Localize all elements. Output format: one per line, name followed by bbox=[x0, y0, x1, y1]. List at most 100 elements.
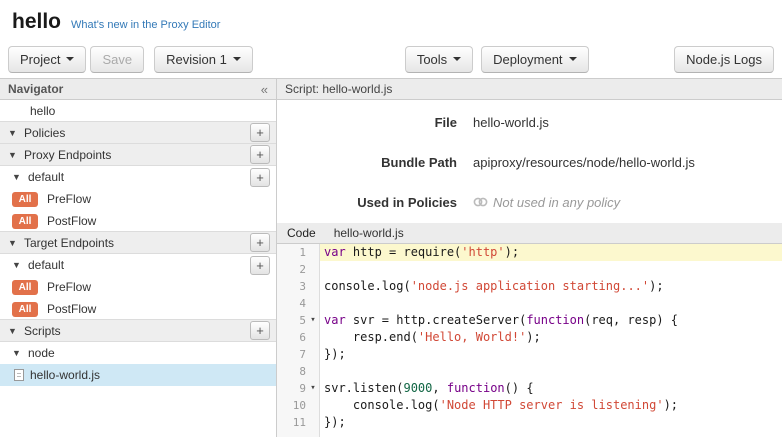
code-line[interactable]: 2 bbox=[277, 261, 782, 278]
fold-gutter bbox=[306, 363, 320, 380]
nodejs-logs-button[interactable]: Node.js Logs bbox=[674, 46, 774, 73]
fold-gutter bbox=[306, 397, 320, 414]
code-line[interactable]: 7}); bbox=[277, 346, 782, 363]
code-editor[interactable]: 1var http = require('http');23console.lo… bbox=[277, 244, 782, 437]
nav-item-proxy-preflow[interactable]: All PreFlow bbox=[0, 188, 276, 210]
fold-gutter bbox=[306, 414, 320, 431]
add-proxy-endpoint-button[interactable]: + bbox=[250, 145, 270, 164]
add-script-button[interactable]: + bbox=[250, 321, 270, 340]
caret-down-icon bbox=[569, 57, 577, 61]
whats-new-link[interactable]: What's new in the Proxy Editor bbox=[71, 19, 220, 31]
code-line-text bbox=[320, 261, 782, 278]
page-title: hello bbox=[12, 10, 61, 33]
collapse-sidebar-icon[interactable]: « bbox=[261, 82, 268, 97]
fold-gutter bbox=[306, 329, 320, 346]
used-in-policies-value: Not used in any policy bbox=[473, 195, 620, 210]
revision-button-label: Revision 1 bbox=[166, 52, 227, 67]
nav-section-scripts[interactable]: ▼ Scripts + bbox=[0, 319, 276, 342]
triangle-down-icon: ▼ bbox=[12, 172, 23, 182]
script-panel: Script: hello-world.js File hello-world.… bbox=[277, 79, 782, 437]
nav-item-proxy-postflow[interactable]: All PostFlow bbox=[0, 210, 276, 232]
nav-item-proxy-root-label: hello bbox=[30, 104, 55, 118]
bundle-path-label: Bundle Path bbox=[277, 155, 457, 170]
file-label: File bbox=[277, 115, 457, 130]
deployment-button[interactable]: Deployment bbox=[481, 46, 588, 73]
code-line-text: svr.listen(9000, function() { bbox=[320, 380, 782, 397]
nav-item-script-file[interactable]: hello-world.js bbox=[0, 364, 276, 386]
project-button[interactable]: Project bbox=[8, 46, 86, 73]
main-area: Navigator « hello ▼ Policies + ▼ Proxy E… bbox=[0, 78, 782, 437]
nav-section-target-endpoints[interactable]: ▼ Target Endpoints + bbox=[0, 231, 276, 254]
nav-item-target-endpoint-default-label: default bbox=[28, 258, 64, 272]
navigator-panel: Navigator « hello ▼ Policies + ▼ Proxy E… bbox=[0, 79, 277, 437]
code-line[interactable]: 10 console.log('Node HTTP server is list… bbox=[277, 397, 782, 414]
all-badge: All bbox=[12, 214, 38, 229]
triangle-down-icon: ▼ bbox=[12, 348, 23, 358]
nav-section-proxy-endpoints[interactable]: ▼ Proxy Endpoints + bbox=[0, 143, 276, 166]
code-line[interactable]: 11}); bbox=[277, 414, 782, 431]
nav-item-target-endpoint-default[interactable]: ▼ default + bbox=[0, 254, 276, 276]
add-proxy-flow-button[interactable]: + bbox=[250, 168, 270, 187]
toolbar: Project Save Revision 1 Tools Deployment… bbox=[0, 40, 782, 78]
nav-item-proxy-preflow-label: PreFlow bbox=[47, 192, 91, 206]
nodejs-logs-button-label: Node.js Logs bbox=[686, 52, 762, 67]
fold-marker-icon[interactable]: ▾ bbox=[306, 312, 320, 329]
used-in-policies-text: Not used in any policy bbox=[493, 195, 620, 210]
script-details: File hello-world.js Bundle Path apiproxy… bbox=[277, 100, 782, 223]
code-line-text bbox=[320, 363, 782, 380]
nav-item-proxy-endpoint-default[interactable]: ▼ default + bbox=[0, 166, 276, 188]
code-line-text: }); bbox=[320, 346, 782, 363]
nav-item-node-folder[interactable]: ▼ node bbox=[0, 342, 276, 364]
deployment-button-label: Deployment bbox=[493, 52, 562, 67]
fold-marker-icon[interactable]: ▾ bbox=[306, 380, 320, 397]
triangle-down-icon: ▼ bbox=[8, 326, 19, 336]
nav-section-policies[interactable]: ▼ Policies + bbox=[0, 121, 276, 144]
triangle-down-icon: ▼ bbox=[8, 128, 19, 138]
fold-gutter bbox=[306, 261, 320, 278]
line-number: 10 bbox=[277, 397, 306, 414]
line-number: 6 bbox=[277, 329, 306, 346]
line-number: 2 bbox=[277, 261, 306, 278]
script-panel-header: Script: hello-world.js bbox=[277, 79, 782, 100]
fold-gutter bbox=[306, 244, 320, 261]
nav-item-target-postflow[interactable]: All PostFlow bbox=[0, 298, 276, 320]
project-button-label: Project bbox=[20, 52, 60, 67]
nav-item-proxy-endpoint-default-label: default bbox=[28, 170, 64, 184]
navigator-header: Navigator « bbox=[0, 79, 276, 100]
used-in-policies-label: Used in Policies bbox=[277, 195, 457, 210]
add-policy-button[interactable]: + bbox=[250, 123, 270, 142]
nav-item-proxy-root[interactable]: hello bbox=[0, 100, 276, 122]
code-line-text: console.log('node.js application startin… bbox=[320, 278, 782, 295]
code-line-text: var svr = http.createServer(function(req… bbox=[320, 312, 782, 329]
navigator-title: Navigator bbox=[8, 82, 63, 96]
caret-down-icon bbox=[453, 57, 461, 61]
code-line[interactable]: 6 resp.end('Hello, World!'); bbox=[277, 329, 782, 346]
code-line-text: resp.end('Hello, World!'); bbox=[320, 329, 782, 346]
tools-button[interactable]: Tools bbox=[405, 46, 473, 73]
revision-button[interactable]: Revision 1 bbox=[154, 46, 253, 73]
code-line[interactable]: 3console.log('node.js application starti… bbox=[277, 278, 782, 295]
code-tab-label: Code bbox=[287, 226, 316, 240]
detail-row-file: File hello-world.js bbox=[277, 102, 782, 142]
all-badge: All bbox=[12, 192, 38, 207]
script-panel-title: Script: hello-world.js bbox=[285, 82, 392, 96]
code-line[interactable]: 5▾var svr = http.createServer(function(r… bbox=[277, 312, 782, 329]
code-line[interactable]: 1var http = require('http'); bbox=[277, 244, 782, 261]
code-file-name: hello-world.js bbox=[334, 226, 404, 240]
nav-item-target-preflow[interactable]: All PreFlow bbox=[0, 276, 276, 298]
line-number: 9 bbox=[277, 380, 306, 397]
line-number: 4 bbox=[277, 295, 306, 312]
save-button[interactable]: Save bbox=[90, 46, 144, 73]
all-badge: All bbox=[12, 302, 38, 317]
code-line[interactable]: 9▾svr.listen(9000, function() { bbox=[277, 380, 782, 397]
fold-gutter bbox=[306, 295, 320, 312]
code-line-text: }); bbox=[320, 414, 782, 431]
nav-item-script-file-label: hello-world.js bbox=[30, 368, 100, 382]
code-line[interactable]: 4 bbox=[277, 295, 782, 312]
code-header: Code hello-world.js bbox=[277, 223, 782, 244]
add-target-flow-button[interactable]: + bbox=[250, 256, 270, 275]
all-badge: All bbox=[12, 280, 38, 295]
add-target-endpoint-button[interactable]: + bbox=[250, 233, 270, 252]
code-line[interactable]: 8 bbox=[277, 363, 782, 380]
caret-down-icon bbox=[233, 57, 241, 61]
